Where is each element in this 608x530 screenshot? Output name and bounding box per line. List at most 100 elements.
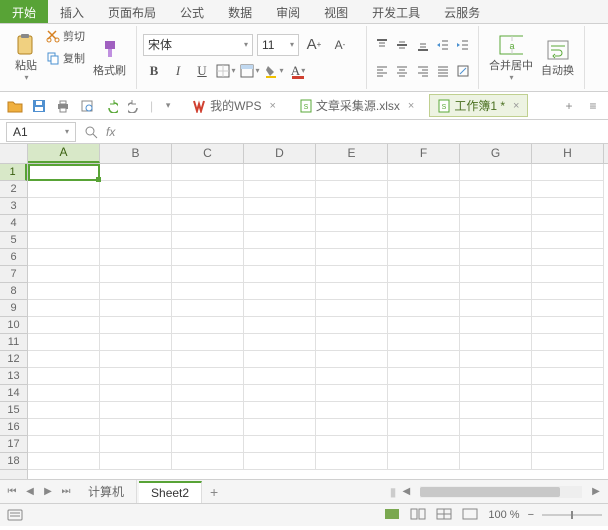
row-header-6[interactable]: 6 (0, 249, 27, 266)
zoom-level[interactable]: 100 % (488, 509, 519, 521)
cell[interactable] (388, 351, 460, 368)
cell[interactable] (28, 198, 100, 215)
cell[interactable] (100, 368, 172, 385)
cell[interactable] (172, 198, 244, 215)
row-header-4[interactable]: 4 (0, 215, 27, 232)
cell[interactable] (460, 385, 532, 402)
row-header-9[interactable]: 9 (0, 300, 27, 317)
cell[interactable] (172, 181, 244, 198)
tab-cloud[interactable]: 云服务 (432, 0, 492, 23)
cell[interactable] (172, 266, 244, 283)
cell[interactable] (388, 419, 460, 436)
undo-icon[interactable] (102, 97, 120, 115)
cell[interactable] (532, 402, 604, 419)
border-button[interactable]: ▾ (215, 60, 237, 82)
cell-style-button[interactable]: ▾ (239, 60, 261, 82)
cell[interactable] (244, 164, 316, 181)
horizontal-scrollbar[interactable] (420, 486, 582, 498)
cell[interactable] (460, 419, 532, 436)
cell[interactable] (388, 232, 460, 249)
font-name-select[interactable]: 宋体▾ (143, 34, 253, 56)
cell[interactable] (460, 317, 532, 334)
cell[interactable] (532, 368, 604, 385)
cell[interactable] (388, 283, 460, 300)
cell[interactable] (460, 300, 532, 317)
cell[interactable] (244, 436, 316, 453)
align-middle-button[interactable] (393, 34, 411, 56)
cell[interactable] (316, 453, 388, 470)
doc-tab-file2[interactable]: S工作簿1 *× (429, 94, 528, 117)
cell[interactable] (316, 368, 388, 385)
cell[interactable] (244, 215, 316, 232)
column-header-H[interactable]: H (532, 144, 604, 163)
tab-formula[interactable]: 公式 (168, 0, 216, 23)
cell[interactable] (244, 334, 316, 351)
cell[interactable] (460, 402, 532, 419)
cell[interactable] (532, 266, 604, 283)
tab-view[interactable]: 视图 (312, 0, 360, 23)
save-icon[interactable] (30, 97, 48, 115)
cell[interactable] (244, 419, 316, 436)
font-size-select[interactable]: 11▾ (257, 34, 299, 56)
select-all-corner[interactable] (0, 144, 28, 164)
underline-button[interactable]: U (191, 60, 213, 82)
cell[interactable] (244, 198, 316, 215)
redo-icon[interactable] (126, 97, 144, 115)
cell[interactable] (244, 181, 316, 198)
row-header-5[interactable]: 5 (0, 232, 27, 249)
cell[interactable] (172, 419, 244, 436)
cell[interactable] (172, 436, 244, 453)
cell[interactable] (388, 385, 460, 402)
cell[interactable] (316, 436, 388, 453)
cell[interactable] (532, 436, 604, 453)
cell[interactable] (28, 402, 100, 419)
cells-area[interactable] (28, 164, 608, 479)
cell[interactable] (460, 198, 532, 215)
add-tab-icon[interactable]: + (560, 97, 578, 115)
cell[interactable] (460, 283, 532, 300)
cell[interactable] (28, 385, 100, 402)
column-header-G[interactable]: G (460, 144, 532, 163)
cell[interactable] (460, 334, 532, 351)
cell[interactable] (28, 300, 100, 317)
align-center-button[interactable] (393, 60, 411, 82)
page-layout-view-button[interactable] (410, 508, 428, 522)
cell[interactable] (172, 232, 244, 249)
sheet-tab-2[interactable]: Sheet2 (139, 481, 202, 503)
cell[interactable] (100, 249, 172, 266)
column-header-F[interactable]: F (388, 144, 460, 163)
tab-review[interactable]: 审阅 (264, 0, 312, 23)
cell[interactable] (388, 266, 460, 283)
close-icon[interactable]: × (513, 100, 519, 112)
cell[interactable] (172, 402, 244, 419)
row-header-13[interactable]: 13 (0, 368, 27, 385)
tab-start[interactable]: 开始 (0, 0, 48, 23)
cell[interactable] (316, 164, 388, 181)
cell[interactable] (316, 334, 388, 351)
align-top-button[interactable] (373, 34, 391, 56)
cell[interactable] (460, 215, 532, 232)
row-header-18[interactable]: 18 (0, 453, 27, 470)
row-header-10[interactable]: 10 (0, 317, 27, 334)
cell[interactable] (172, 249, 244, 266)
cell[interactable] (244, 351, 316, 368)
cell[interactable] (532, 198, 604, 215)
cell[interactable] (460, 453, 532, 470)
cell[interactable] (100, 385, 172, 402)
print-icon[interactable] (54, 97, 72, 115)
tab-data[interactable]: 数据 (216, 0, 264, 23)
decrease-indent-button[interactable] (434, 34, 452, 56)
row-header-15[interactable]: 15 (0, 402, 27, 419)
scroll-left-button[interactable]: ◀ (398, 484, 414, 500)
cell[interactable] (388, 317, 460, 334)
cell[interactable] (244, 232, 316, 249)
cell[interactable] (316, 215, 388, 232)
cell[interactable] (316, 300, 388, 317)
cell[interactable] (28, 368, 100, 385)
fx-button[interactable]: fx (106, 125, 115, 139)
cell[interactable] (172, 215, 244, 232)
row-header-3[interactable]: 3 (0, 198, 27, 215)
cell[interactable] (172, 164, 244, 181)
row-header-7[interactable]: 7 (0, 266, 27, 283)
cell[interactable] (244, 249, 316, 266)
